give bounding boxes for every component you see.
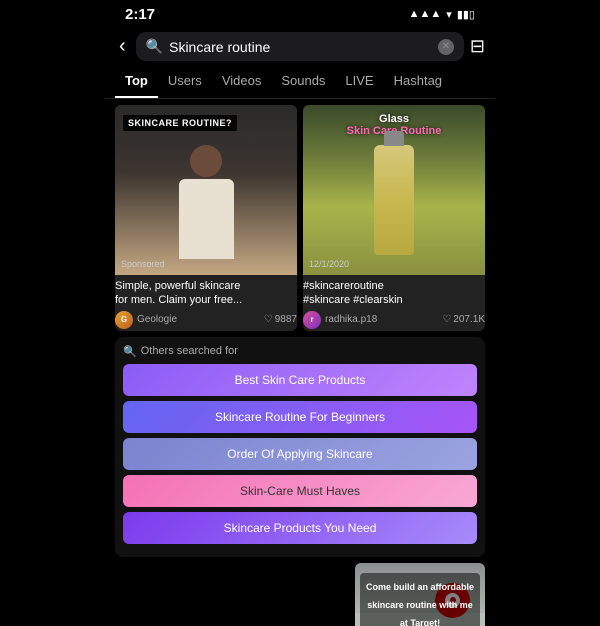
right-date-label: 12/1/2020 bbox=[309, 259, 349, 269]
right-video-thumb: Glass Skin Care Routine 12/1/2020 bbox=[303, 105, 485, 275]
wifi-icon: ▾ bbox=[446, 8, 452, 21]
right-author-avatar: r bbox=[303, 311, 321, 329]
tab-hashtags[interactable]: Hashtag bbox=[384, 65, 452, 98]
right-heart-count: ♡ 207.1K bbox=[442, 314, 485, 325]
right-video-author-row: r radhika.p18 ♡ 207.1K bbox=[303, 311, 485, 329]
tab-sounds[interactable]: Sounds bbox=[271, 65, 335, 98]
man-head bbox=[190, 145, 222, 177]
search-icon: 🔍 bbox=[146, 38, 163, 55]
status-time: 2:17 bbox=[125, 6, 155, 23]
suggestions-panel: 🔍 Others searched for Best Skin Care Pro… bbox=[115, 337, 485, 557]
bottom-right-thumb: Come build an affordable skincare routin… bbox=[355, 563, 485, 626]
skincare-label: SKINCARE ROUTINE? bbox=[123, 115, 237, 131]
back-button[interactable]: ‹ bbox=[115, 35, 130, 58]
search-bar-row: ‹ 🔍 Skincare routine ✕ ⊟ bbox=[105, 28, 495, 65]
right-author-name: radhika.p18 bbox=[325, 314, 377, 325]
bottom-left-spacer bbox=[115, 563, 349, 626]
tab-top[interactable]: Top bbox=[115, 65, 158, 98]
bottle-shape bbox=[374, 145, 414, 255]
sponsored-label: Sponsored bbox=[121, 259, 165, 269]
left-heart-count: ♡ 9887 bbox=[264, 314, 297, 325]
target-overlay-text: Come build an affordable skincare routin… bbox=[366, 582, 474, 626]
bottom-right-video[interactable]: Come build an affordable skincare routin… bbox=[355, 563, 485, 626]
tabs-row: Top Users Videos Sounds LIVE Hashtag bbox=[105, 65, 495, 99]
suggestions-header: 🔍 Others searched for bbox=[123, 345, 477, 358]
content-area: SKINCARE ROUTINE? Sponsored Simple, powe… bbox=[105, 99, 495, 626]
tab-live[interactable]: LIVE bbox=[335, 65, 383, 98]
suggestion-order-applying[interactable]: Order Of Applying Skincare bbox=[123, 438, 477, 470]
search-input-wrap[interactable]: 🔍 Skincare routine ✕ bbox=[136, 32, 464, 61]
target-text-overlay: Come build an affordable skincare routin… bbox=[360, 573, 480, 626]
left-video-meta: Simple, powerful skincare for men. Claim… bbox=[115, 275, 297, 331]
tab-users[interactable]: Users bbox=[158, 65, 212, 98]
suggestion-best-skincare[interactable]: Best Skin Care Products bbox=[123, 364, 477, 396]
tab-videos[interactable]: Videos bbox=[212, 65, 272, 98]
filter-button[interactable]: ⊟ bbox=[470, 36, 485, 57]
left-author-avatar: G bbox=[115, 311, 133, 329]
suggestion-products-you-need[interactable]: Skincare Products You Need bbox=[123, 512, 477, 544]
left-video-author-row: G Geologie ♡ 9887 bbox=[115, 311, 297, 329]
heart-icon-right: ♡ bbox=[442, 314, 451, 325]
search-text: Skincare routine bbox=[169, 39, 432, 55]
left-author-name: Geologie bbox=[137, 314, 177, 325]
left-video-desc: Simple, powerful skincare for men. Claim… bbox=[115, 279, 297, 308]
suggestions-title: Others searched for bbox=[141, 345, 238, 357]
heart-icon: ♡ bbox=[264, 314, 273, 325]
bottle-cap bbox=[384, 131, 404, 146]
status-bar: 2:17 ▲▲▲ ▾ ▮▮▯ bbox=[105, 0, 495, 28]
man-figure bbox=[166, 145, 246, 275]
right-video-card[interactable]: Glass Skin Care Routine 12/1/2020 #skinc… bbox=[303, 105, 485, 331]
suggestion-must-haves[interactable]: Skin-Care Must Haves bbox=[123, 475, 477, 507]
search-small-icon: 🔍 bbox=[123, 345, 137, 358]
right-video-meta: #skincareroutine #skincare #clearskin r … bbox=[303, 275, 485, 331]
battery-icon: ▮▮▯ bbox=[457, 8, 475, 21]
man-body bbox=[179, 179, 234, 259]
glass-title: Glass bbox=[303, 113, 485, 125]
right-video-tags: #skincareroutine #skincare #clearskin bbox=[303, 279, 485, 308]
status-icons: ▲▲▲ ▾ ▮▮▯ bbox=[409, 8, 475, 21]
left-video-card[interactable]: SKINCARE ROUTINE? Sponsored Simple, powe… bbox=[115, 105, 297, 331]
bottom-row: Come build an affordable skincare routin… bbox=[115, 563, 485, 626]
signal-icon: ▲▲▲ bbox=[409, 8, 442, 20]
suggestion-routine-beginners[interactable]: Skincare Routine For Beginners bbox=[123, 401, 477, 433]
top-videos-row: SKINCARE ROUTINE? Sponsored Simple, powe… bbox=[115, 105, 485, 331]
left-video-thumb: SKINCARE ROUTINE? Sponsored bbox=[115, 105, 297, 275]
search-clear-button[interactable]: ✕ bbox=[438, 39, 454, 55]
